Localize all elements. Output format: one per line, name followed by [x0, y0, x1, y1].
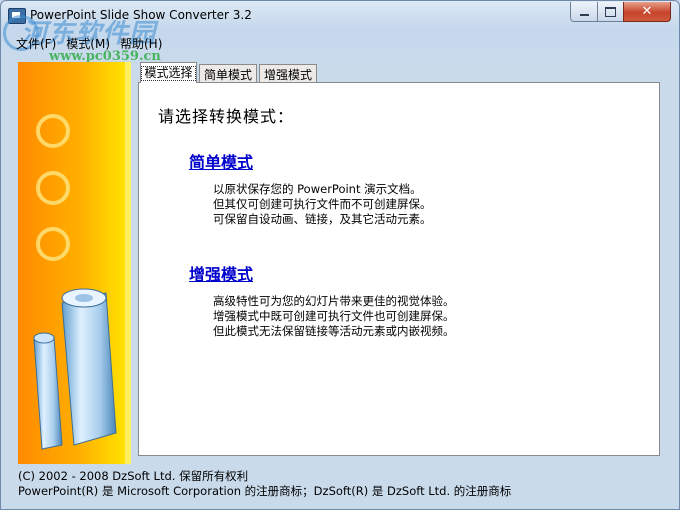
- minimize-button[interactable]: [570, 2, 598, 22]
- ring-icon: [36, 114, 70, 148]
- tab-label: 模式选择: [141, 65, 196, 81]
- ring-icon: [36, 171, 70, 205]
- app-window: PowerPoint Slide Show Converter 3.2 ✕ 河东…: [0, 0, 680, 510]
- enhanced-mode-link[interactable]: 增强模式: [189, 261, 253, 285]
- simple-mode-link[interactable]: 简单模式: [189, 149, 253, 173]
- minimize-icon: [579, 13, 589, 16]
- copyright-text: (C) 2002 - 2008 DzSoft Ltd. 保留所有权利: [18, 469, 249, 483]
- simple-mode-description: 以原状保存您的 PowerPoint 演示文档。 但其仅可创建可执行文件而不可创…: [213, 182, 432, 227]
- description-line: 但其仅可创建可执行文件而不可创建屏保。: [213, 197, 432, 211]
- description-line: 增强模式中既可创建可执行文件也可创建屏保。: [213, 309, 455, 323]
- page-title: 请选择转换模式：: [158, 107, 295, 126]
- menu-mode[interactable]: 模式(M): [61, 35, 115, 53]
- enhanced-mode-description: 高级特性可为您的幻灯片带来更佳的视觉体验。 增强模式中既可创建可执行文件也可创建…: [213, 294, 455, 339]
- close-icon: ✕: [641, 4, 653, 19]
- ring-icon: [36, 227, 70, 261]
- description-line: 高级特性可为您的幻灯片带来更佳的视觉体验。: [213, 294, 455, 308]
- close-button[interactable]: ✕: [623, 2, 671, 22]
- tab-content-panel: 请选择转换模式： 简单模式 以原状保存您的 PowerPoint 演示文档。 但…: [138, 82, 660, 456]
- tab-label: 简单模式: [203, 67, 252, 82]
- paper-rolls-icon: [33, 288, 117, 450]
- maximize-icon: [605, 6, 616, 17]
- sidebar-banner: [18, 62, 131, 464]
- tab-label: 增强模式: [263, 67, 312, 82]
- description-line: 但此模式无法保留链接等活动元素或内嵌视频。: [213, 324, 455, 338]
- description-line: 以原状保存您的 PowerPoint 演示文档。: [213, 182, 422, 196]
- tab-enhanced-mode[interactable]: 增强模式: [259, 64, 317, 83]
- tab-mode-select[interactable]: 模式选择: [140, 62, 197, 83]
- menu-file[interactable]: 文件(F): [11, 35, 61, 53]
- menu-bar: 文件(F) 模式(M) 帮助(H): [11, 35, 167, 53]
- tab-simple-mode[interactable]: 简单模式: [199, 64, 257, 83]
- trademark-text: PowerPoint(R) 是 Microsoft Corporation 的注…: [18, 484, 512, 498]
- menu-help[interactable]: 帮助(H): [115, 35, 167, 53]
- maximize-button[interactable]: [597, 2, 624, 22]
- description-line: 可保留自设动画、链接，及其它活动元素。: [213, 212, 432, 226]
